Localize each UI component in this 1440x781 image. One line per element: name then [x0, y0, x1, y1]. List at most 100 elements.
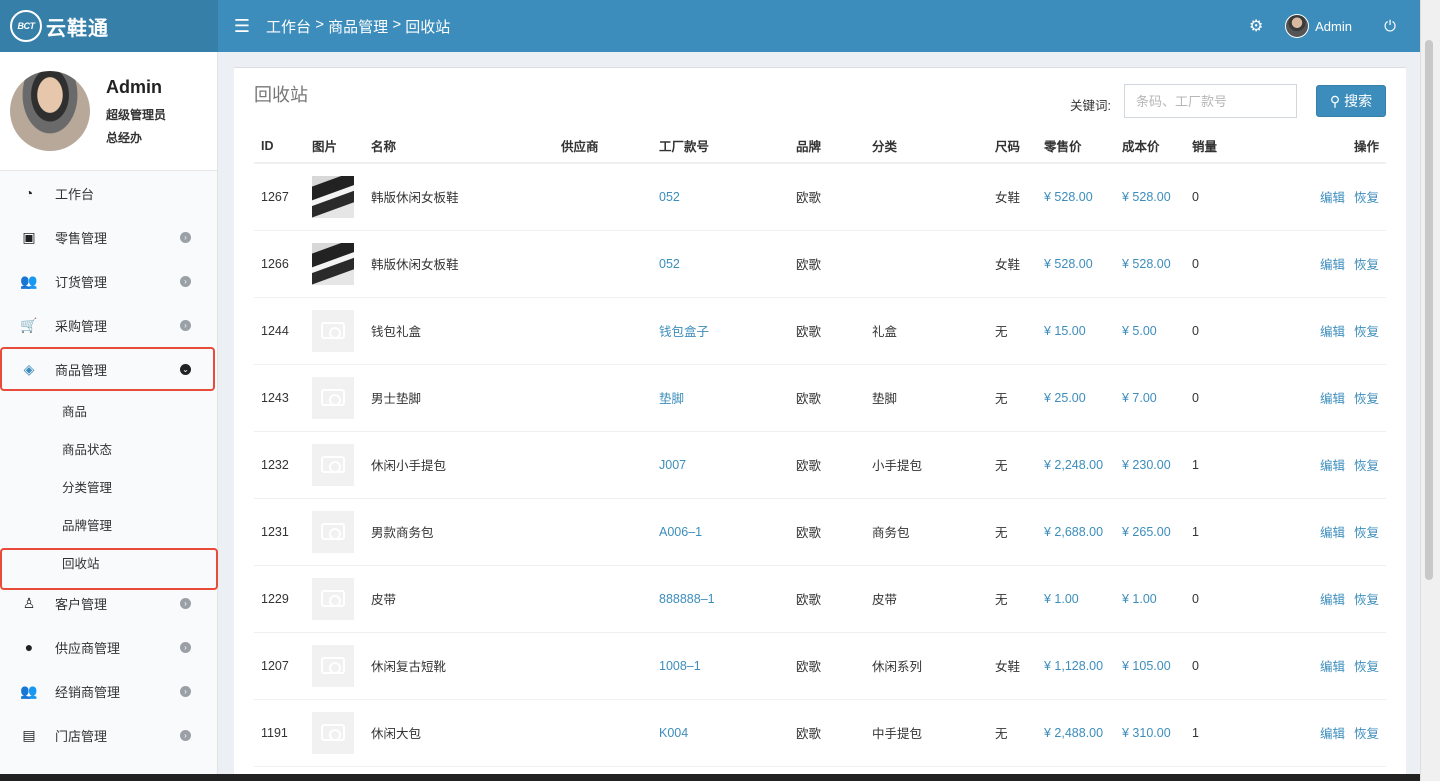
cell-factory-code-link[interactable]: J007 — [652, 431, 789, 499]
submenu-item-products[interactable]: 商品 — [0, 391, 217, 429]
column-header-image: 图片 — [305, 129, 364, 164]
sidebar-item-label: 客户管理 — [55, 596, 108, 612]
cell-sales: 1 — [1185, 498, 1275, 566]
sidebar-item-retail[interactable]: ▣ 零售管理 › — [0, 215, 217, 259]
product-thumbnail[interactable] — [312, 644, 354, 687]
edit-link[interactable]: 编辑 — [1320, 727, 1345, 741]
restore-link[interactable]: 恢复 — [1354, 727, 1379, 741]
product-thumbnail[interactable] — [312, 309, 354, 352]
search-icon: ⚲ — [1329, 92, 1341, 109]
cell-sales: 1 — [1185, 699, 1275, 767]
column-header-cost-price: 成本价 — [1115, 129, 1185, 164]
cell-image — [305, 163, 364, 231]
cell-id: 1244 — [254, 297, 305, 365]
restore-link[interactable]: 恢复 — [1354, 191, 1379, 205]
person-icon: ♙ — [22, 594, 36, 611]
cell-factory-code-link[interactable]: 052 — [652, 230, 789, 298]
submenu-item-product-status[interactable]: 商品状态 — [0, 429, 217, 467]
hamburger-icon[interactable]: ☰ — [218, 16, 266, 37]
scrollbar[interactable] — [1420, 0, 1440, 781]
cell-factory-code-link[interactable]: 垫脚 — [652, 364, 789, 432]
cell-name: 休闲大包 — [364, 699, 554, 767]
cell-factory-code-link[interactable]: 888888–1 — [652, 565, 789, 633]
product-thumbnail[interactable] — [312, 711, 354, 754]
sidebar-item-products[interactable]: ◈ 商品管理 ⌄ — [0, 347, 217, 391]
cell-factory-code-link[interactable]: 1008–1 — [652, 632, 789, 700]
power-icon[interactable]: ⏻ — [1376, 18, 1404, 35]
cell-actions: 编辑 恢复 — [1275, 565, 1386, 633]
cell-image — [305, 699, 364, 767]
cell-brand: 欧歌 — [789, 163, 865, 231]
product-thumbnail[interactable] — [312, 376, 354, 419]
edit-link[interactable]: 编辑 — [1320, 392, 1345, 406]
edit-link[interactable]: 编辑 — [1320, 191, 1345, 205]
sidebar-item-label: 采购管理 — [55, 318, 108, 334]
restore-link[interactable]: 恢复 — [1354, 325, 1379, 339]
search-button[interactable]: ⚲ 搜索 — [1316, 85, 1386, 117]
cell-retail-price: ¥ 1,128.00 — [1037, 632, 1115, 700]
cell-size: 无 — [988, 699, 1037, 767]
gear-icon[interactable]: ⚙ — [1243, 16, 1269, 36]
sidebar-item-label: 订货管理 — [55, 274, 108, 290]
user-menu[interactable]: Admin — [1285, 14, 1352, 38]
restore-link[interactable]: 恢复 — [1354, 593, 1379, 607]
cell-factory-code-link[interactable]: 钱包盒子 — [652, 297, 789, 365]
cell-sales: 0 — [1185, 230, 1275, 298]
submenu-item-brands[interactable]: 品牌管理 — [0, 505, 217, 543]
brand-logo[interactable]: BCT 云鞋通 — [0, 0, 218, 52]
edit-link[interactable]: 编辑 — [1320, 593, 1345, 607]
edit-link[interactable]: 编辑 — [1320, 660, 1345, 674]
restore-link[interactable]: 恢复 — [1354, 459, 1379, 473]
product-thumbnail[interactable] — [312, 510, 354, 553]
sidebar-item-purchasing[interactable]: 🛒 采购管理 › — [0, 303, 217, 347]
group-icon: 👥 — [20, 682, 38, 699]
search-input[interactable] — [1124, 84, 1297, 118]
page-title: 回收站 — [254, 85, 308, 105]
breadcrumb-item-products[interactable]: 商品管理 — [328, 16, 388, 37]
camera-icon — [321, 657, 345, 674]
chevron-right-icon: › — [180, 276, 191, 287]
cell-image — [305, 431, 364, 499]
product-thumbnail[interactable] — [312, 577, 354, 620]
cell-supplier — [554, 364, 652, 432]
sidebar-item-dealers[interactable]: 👥 经销商管理 › — [0, 669, 217, 713]
table-row: 1266 韩版休闲女板鞋 052 欧歌 女鞋 ¥ 528.00 ¥ 528.00 0 编辑 恢复 — [254, 230, 1386, 298]
restore-link[interactable]: 恢复 — [1354, 392, 1379, 406]
cell-factory-code-link[interactable]: K004 — [652, 699, 789, 767]
product-thumbnail[interactable] — [312, 443, 354, 486]
product-thumbnail[interactable] — [312, 175, 354, 218]
sidebar-item-suppliers[interactable]: ● 供应商管理 › — [0, 625, 217, 669]
sidebar-item-workbench[interactable]: ◔ 工作台 — [0, 171, 217, 215]
breadcrumb-item-workbench[interactable]: 工作台 — [266, 16, 311, 37]
restore-link[interactable]: 恢复 — [1354, 526, 1379, 540]
edit-link[interactable]: 编辑 — [1320, 258, 1345, 272]
table-row: 1267 韩版休闲女板鞋 052 欧歌 女鞋 ¥ 528.00 ¥ 528.00 0 编辑 恢复 — [254, 163, 1386, 231]
product-thumbnail[interactable] — [312, 242, 354, 285]
money-icon: ▣ — [22, 228, 36, 245]
sidebar-item-customers[interactable]: ♙ 客户管理 › — [0, 581, 217, 625]
cell-size: 无 — [988, 498, 1037, 566]
cell-size: 女鞋 — [988, 632, 1037, 700]
edit-link[interactable]: 编辑 — [1320, 526, 1345, 540]
table-row: 1243 男士垫脚 垫脚 欧歌 垫脚无 ¥ 25.00 ¥ 7.00 0 编辑 恢复 — [254, 364, 1386, 432]
scrollbar-thumb[interactable] — [1425, 40, 1433, 580]
cart-icon: 🛒 — [20, 316, 38, 333]
cell-factory-code-link[interactable]: 052 — [652, 163, 789, 231]
sidebar-item-label: 门店管理 — [55, 728, 108, 744]
cell-size: 无 — [988, 565, 1037, 633]
restore-link[interactable]: 恢复 — [1354, 258, 1379, 272]
top-navbar: ☰ 工作台 > 商品管理 > 回收站 ⚙ Admin ⏻ — [218, 0, 1420, 52]
cell-actions: 编辑 恢复 — [1275, 699, 1386, 767]
breadcrumb: 工作台 > 商品管理 > 回收站 — [266, 16, 450, 37]
breadcrumb-item-recycle-bin: 回收站 — [405, 18, 451, 36]
sidebar-item-stores[interactable]: ▤ 门店管理 › — [0, 713, 217, 757]
submenu-item-recycle-bin[interactable]: 回收站 — [0, 543, 217, 581]
submenu-item-categories[interactable]: 分类管理 — [0, 467, 217, 505]
cell-factory-code-link[interactable]: A006–1 — [652, 498, 789, 566]
sidebar-item-orders[interactable]: 👥 订货管理 › — [0, 259, 217, 303]
restore-link[interactable]: 恢复 — [1354, 660, 1379, 674]
edit-link[interactable]: 编辑 — [1320, 459, 1345, 473]
user-panel: Admin 超级管理员 总经办 — [0, 52, 217, 171]
edit-link[interactable]: 编辑 — [1320, 325, 1345, 339]
search-button-label: 搜索 — [1344, 93, 1373, 109]
